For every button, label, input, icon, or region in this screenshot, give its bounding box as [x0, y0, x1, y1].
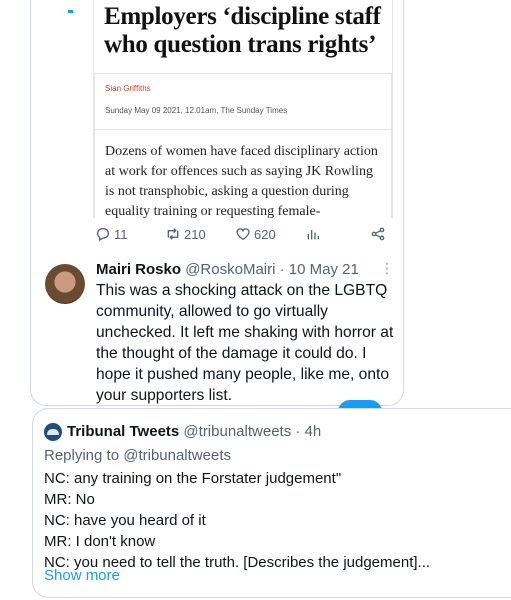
tweet-author-name[interactable]: Tribunal Tweets [67, 423, 179, 440]
tweet-header: Tribunal Tweets @tribunaltweets · 4h [67, 422, 321, 442]
replying-to-handle[interactable]: @tribunaltweets [123, 447, 231, 464]
tweet-action-bar: 11 210 620 [95, 224, 385, 244]
views-button[interactable] [305, 226, 321, 242]
views-icon [307, 230, 319, 240]
replying-label: Replying to [44, 447, 120, 464]
reply-count: 11 [114, 226, 128, 242]
tweet-text: NC: any training on the Forstater judgem… [44, 468, 504, 573]
tweet-line: NC: have you heard of it [44, 512, 206, 529]
hat-icon [47, 429, 59, 435]
like-count: 620 [254, 226, 276, 242]
reply-author-handle[interactable]: @RoskoMairi [185, 261, 275, 278]
reply-text: This was a shocking attack on the LGBTQ … [96, 282, 394, 404]
article-content: Sian Griffiths Sunday May 09 2021, 12.01… [94, 73, 392, 218]
share-button[interactable] [370, 226, 386, 242]
avatar[interactable] [45, 264, 85, 304]
article-screenshot[interactable]: Employers ‘discipline staff who question… [73, 0, 393, 218]
reply-date[interactable]: 10 May 21 [289, 261, 359, 278]
reply-icon [97, 228, 109, 242]
tweet-author-handle[interactable]: @tribunaltweets [183, 423, 291, 440]
replying-to: Replying to @tribunaltweets [44, 446, 231, 466]
article-byline: Sian Griffiths [105, 84, 151, 93]
tweet-line: MR: I don't know [44, 533, 156, 550]
reply-tweet[interactable]: Mairi Rosko @RoskoMairi · 10 May 21 ⋮ Th… [96, 260, 396, 406]
tweet-separator: · [295, 423, 301, 440]
article-divider [95, 129, 391, 130]
heart-icon [236, 228, 250, 241]
article-page: Employers ‘discipline staff who question… [93, 0, 393, 218]
reply-header: Mairi Rosko @RoskoMairi · 10 May 21 [96, 260, 396, 280]
tweet-time[interactable]: 4h [305, 423, 322, 440]
article-dateline: Sunday May 09 2021, 12.01am, The Sunday … [105, 106, 288, 115]
tweet-line: NC: any training on the Forstater judgem… [44, 470, 342, 487]
retweet-count: 210 [184, 226, 206, 242]
article-body: Dozens of women have faced disciplinary … [105, 144, 378, 218]
share-icon [371, 227, 385, 241]
like-button[interactable]: 620 [235, 226, 276, 242]
tweet-line: MR: No [44, 491, 95, 508]
retweet-button[interactable]: 210 [165, 226, 206, 242]
retweet-icon [167, 228, 179, 240]
more-icon[interactable]: ⋮ [380, 260, 394, 277]
reply-button[interactable]: 11 [95, 226, 128, 242]
article-headline: Employers ‘discipline staff who question… [104, 3, 381, 58]
reply-author-name[interactable]: Mairi Rosko [96, 261, 181, 278]
tribunal-tweets-avatar[interactable] [44, 423, 62, 441]
show-more-link[interactable]: Show more [44, 566, 120, 586]
reply-separator: · [279, 261, 285, 278]
